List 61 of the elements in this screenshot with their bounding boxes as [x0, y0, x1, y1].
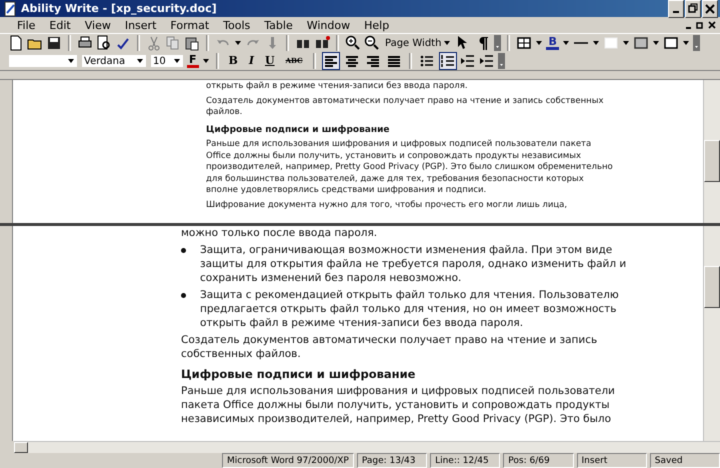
restore-icon[interactable] — [685, 0, 701, 18]
bold-button[interactable]: B — [224, 53, 242, 69]
italic-button[interactable]: I — [244, 53, 258, 69]
menu-item[interactable]: Help — [357, 18, 396, 32]
menu-item[interactable]: View — [78, 18, 118, 32]
menu-item[interactable]: Edit — [42, 18, 78, 32]
font-color-button[interactable]: F — [187, 54, 199, 68]
vertical-scrollbar[interactable] — [703, 226, 720, 441]
zoom-in-icon[interactable] — [345, 35, 361, 51]
menu-item[interactable]: Table — [257, 18, 300, 32]
status-field: Saved — [650, 453, 720, 468]
border-icon[interactable] — [632, 35, 649, 51]
menu-item[interactable]: Window — [300, 18, 358, 32]
menu-item[interactable]: Format — [163, 18, 216, 32]
body-paragraph: открыть файл в режиме чтения-записи без ввода пароля. — [206, 81, 469, 92]
zoom-dropdown[interactable]: Page Width — [383, 35, 454, 51]
section-heading: Цифровые подписи и шифрование — [206, 124, 391, 136]
bullet-text: Защита, ограничивающая возможности изменения файла. При этом виде защиты для открытия файла не требуется пароля, однако изменить файл и сохранить изменений без пароля невозможно. — [200, 243, 628, 285]
underline-button[interactable]: U — [260, 53, 279, 69]
scroll-thumb[interactable] — [704, 266, 720, 308]
status-field: Line:: 12/45 — [430, 453, 500, 468]
border-color-button[interactable]: B — [546, 36, 559, 50]
menu-item[interactable]: Insert — [118, 18, 164, 32]
scroll-left-button[interactable] — [14, 442, 28, 453]
close-icon[interactable] — [702, 0, 718, 18]
vertical-scrollbar[interactable] — [703, 80, 720, 223]
print-preview-icon[interactable] — [96, 35, 112, 51]
status-field: Insert — [576, 453, 647, 468]
body-paragraph: можно только после ввода пароля. — [181, 226, 378, 240]
menu-item[interactable]: File — [10, 18, 42, 32]
style-field[interactable] — [8, 54, 78, 68]
body-paragraph: Раньше для использования шифрования и цифровых подписей пользователи пакета Office должны были получить, установить и сопровождать продукты независимых производителей, например, Pretty Good Privacy (PGP). Это было — [181, 384, 616, 426]
zoom-out-icon[interactable] — [364, 35, 380, 51]
body-paragraph: Раньше для использования шифрования и цифровых подписей пользователи пакета Office должны были получить, установить и сопровождать продукты независимых производителей, например, Pretty Good Privacy (PGP). Это было слишком обременительно для большинства пользователей, даже для тех, требования безопасности которых вполне удовлетворялись средствами шифрования и подписи. — [206, 139, 614, 196]
font-name-dropdown[interactable]: Verdana — [81, 54, 147, 68]
minimize-icon[interactable] — [668, 0, 684, 18]
body-paragraph: Создатель документов автоматически получает право на чтение и запись собственных файлов. — [181, 333, 598, 361]
toolbar-grip-icon[interactable] — [494, 35, 502, 51]
status-field: Microsoft Word 97/2000/XP — [222, 453, 354, 468]
menu-item[interactable]: Tools — [216, 18, 258, 32]
new-document-icon[interactable] — [8, 35, 24, 51]
scroll-thumb[interactable] — [704, 140, 720, 182]
font-size-dropdown[interactable]: 10 — [150, 54, 184, 68]
body-paragraph: Шифрование документа нужно для того, чтобы прочесть его могли лишь лица, — [206, 200, 568, 211]
table-icon[interactable] — [516, 35, 532, 51]
horizontal-scrollbar[interactable] — [14, 441, 720, 453]
toolbar-grip-icon[interactable] — [692, 35, 700, 51]
body-paragraph: Создатель документов автоматически получает право на чтение и запись собственных файлов. — [206, 96, 604, 118]
bullet-icon — [181, 293, 186, 298]
increase-indent-icon[interactable] — [478, 53, 495, 69]
save-icon[interactable] — [46, 35, 62, 51]
bullet-text: Защита с рекомендацией открыть файл только для чтения. Пользователю предлагается открыть файл только для чтения, но он имеет возможность открыть файл в режиме чтения-записи без ввода пароля. — [200, 288, 620, 330]
status-field: Pos: 6/69 — [503, 453, 574, 468]
paste-icon[interactable] — [184, 35, 200, 51]
outside-border-icon[interactable] — [662, 35, 679, 51]
document-icon — [2, 0, 18, 16]
toolbar-grip-icon[interactable] — [498, 53, 505, 69]
bullet-icon — [181, 248, 186, 253]
window-title: Ability Write - [xp_security.doc] — [21, 2, 218, 15]
status-field: Page: 13/43 — [356, 453, 428, 468]
section-heading: Цифровые подписи и шифрование — [181, 367, 416, 381]
